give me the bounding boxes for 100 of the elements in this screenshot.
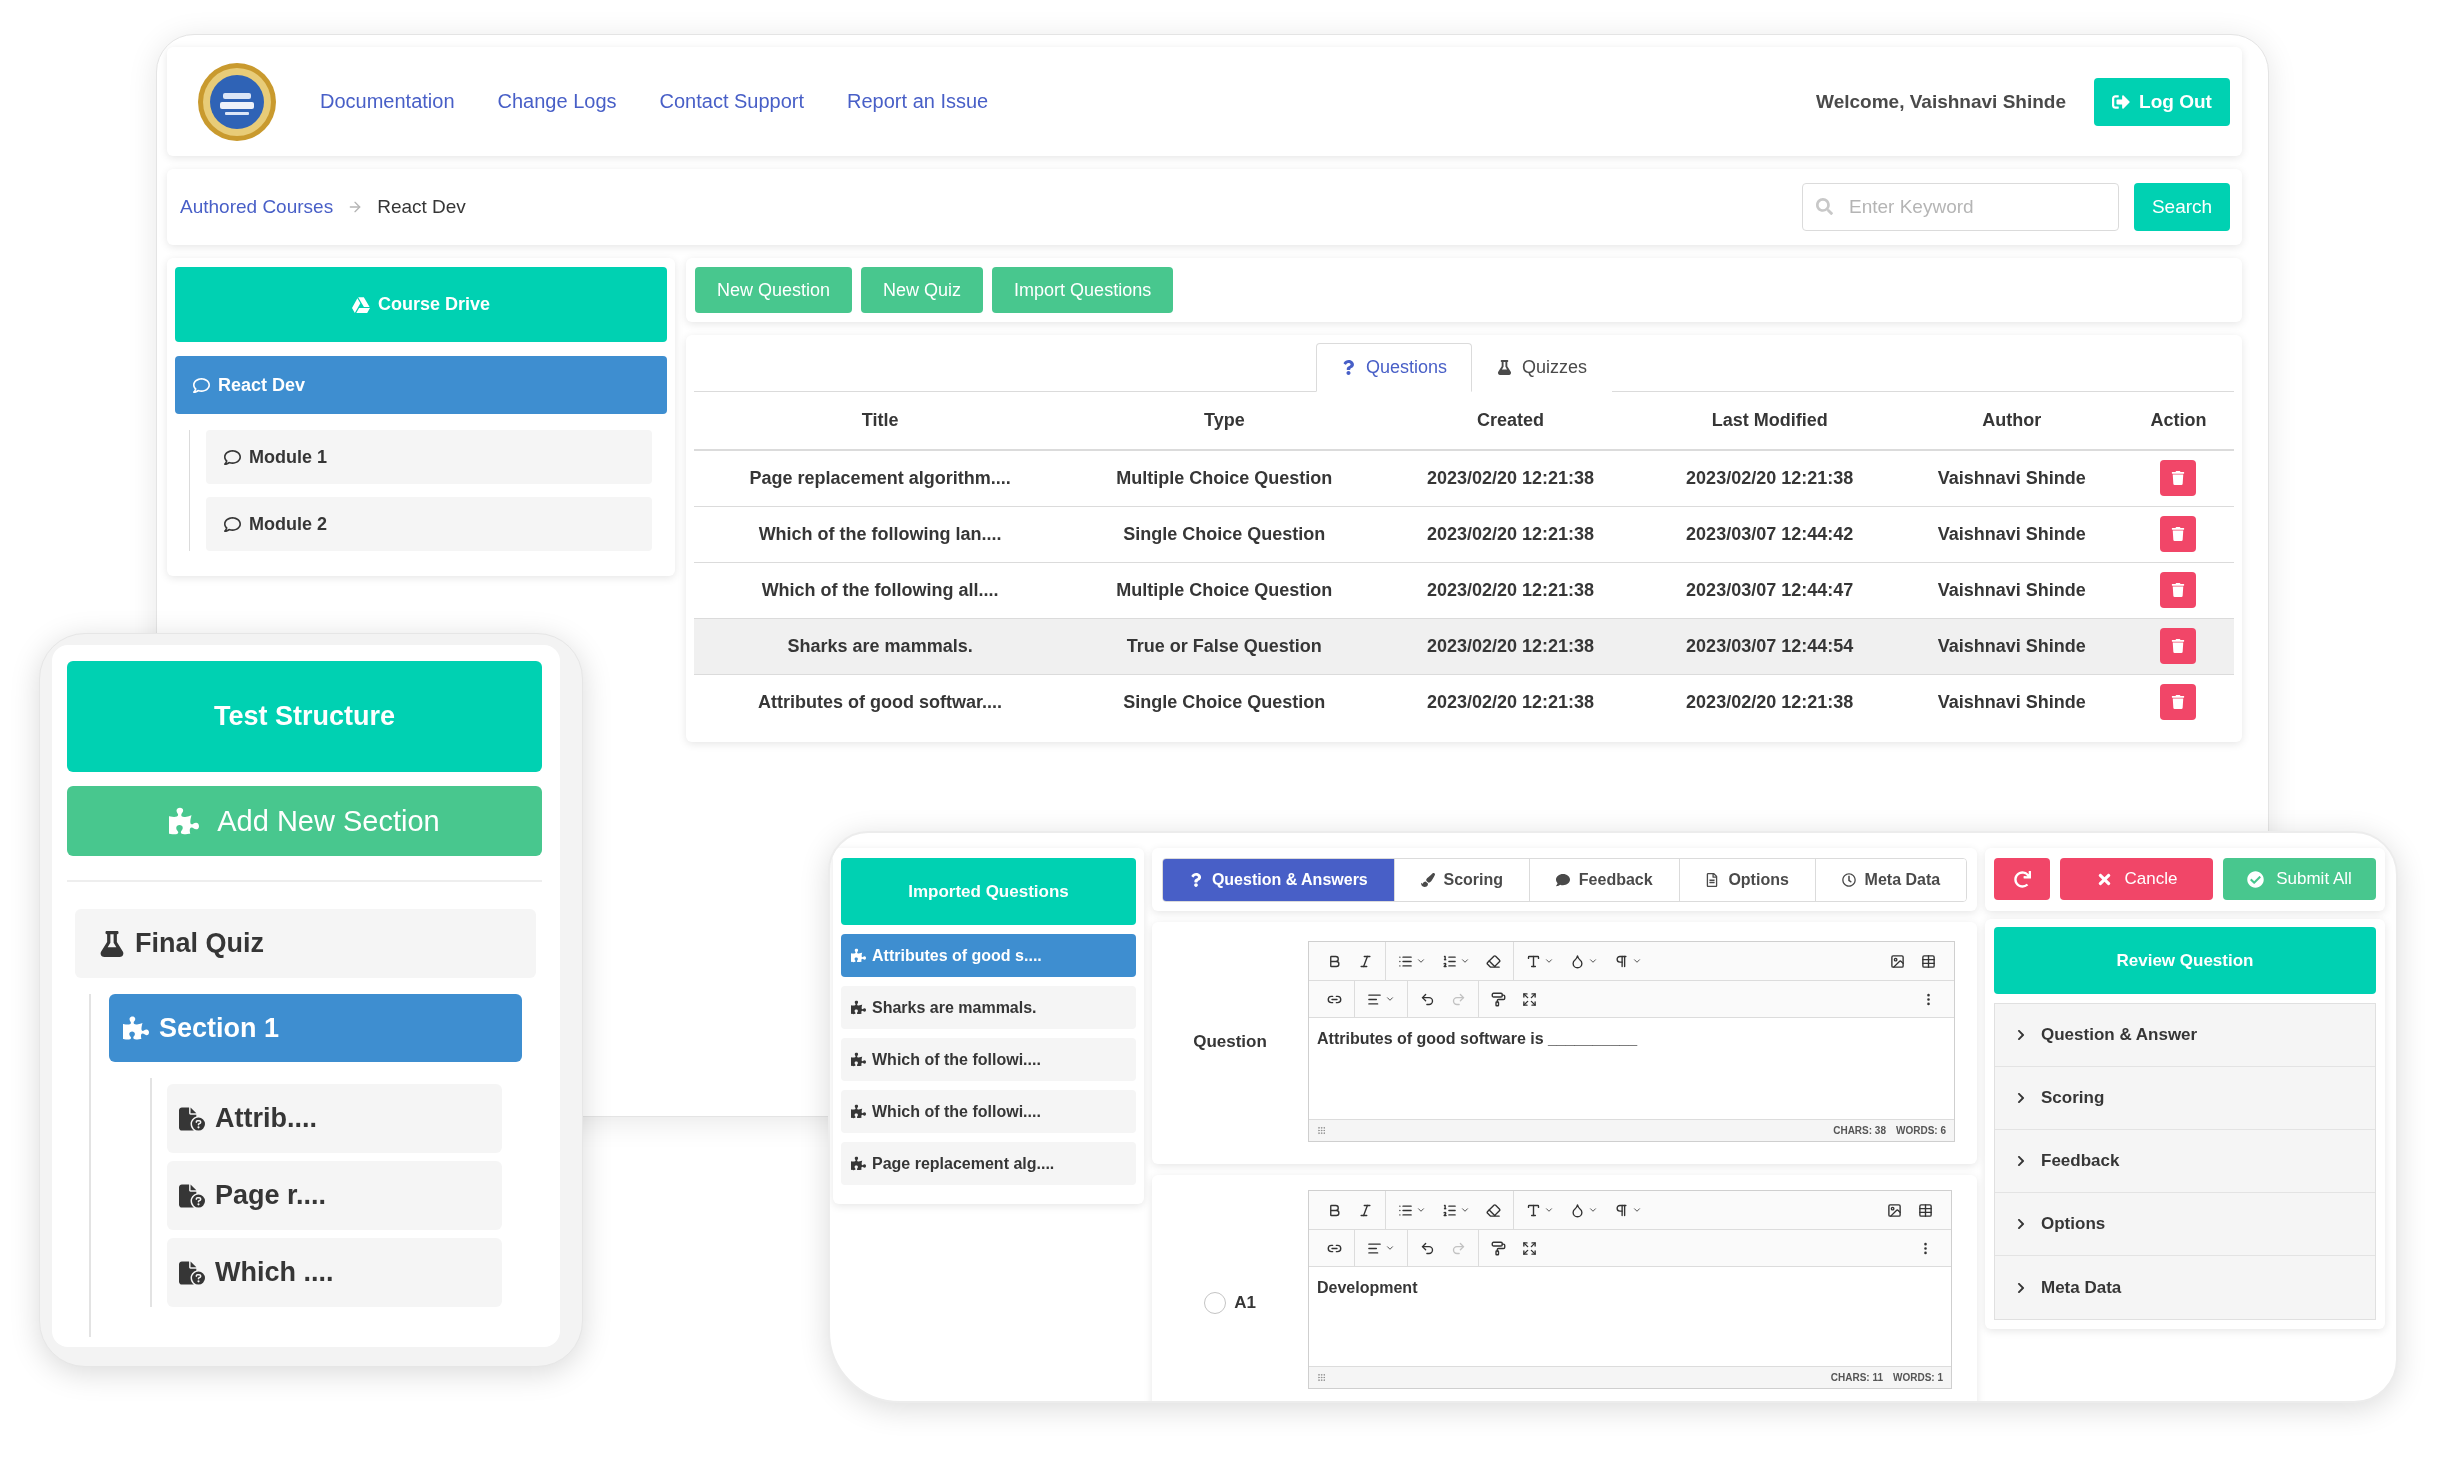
table-icon[interactable] — [1921, 953, 1936, 969]
expand-icon[interactable] — [1522, 991, 1537, 1007]
caret-icon[interactable] — [1544, 1205, 1554, 1215]
table-icon[interactable] — [1918, 1202, 1933, 1218]
bold-icon[interactable] — [1327, 953, 1342, 969]
structure-item[interactable]: Final Quiz — [75, 909, 536, 978]
speech-bubble-icon — [224, 448, 241, 466]
delete-button[interactable] — [2160, 684, 2197, 721]
nav-link[interactable]: Documentation — [320, 90, 455, 113]
structure-item[interactable]: Which .... — [167, 1238, 502, 1307]
question-list-item[interactable]: Which of the followi.... — [841, 1090, 1136, 1133]
structure-item[interactable]: Section 1 — [109, 994, 522, 1062]
table-cell: 2023/03/07 12:44:42 — [1638, 506, 1901, 562]
paragraph-icon[interactable] — [1614, 953, 1629, 969]
table-cell: Which of the following all.... — [694, 562, 1067, 618]
document-icon — [1705, 873, 1720, 887]
caret-icon[interactable] — [1544, 956, 1554, 966]
nav-link[interactable]: Change Logs — [497, 90, 617, 113]
numbered-list-icon[interactable] — [1442, 953, 1457, 969]
caret-icon[interactable] — [1588, 956, 1598, 966]
undo-icon[interactable] — [1420, 991, 1435, 1007]
caret-icon[interactable] — [1588, 1205, 1598, 1215]
paint-roller-icon[interactable] — [1491, 991, 1506, 1007]
italic-icon[interactable] — [1358, 1202, 1373, 1218]
table-cell: Vaishnavi Shinde — [1900, 506, 2123, 562]
radio-button[interactable] — [1204, 1291, 1227, 1314]
accordion-item[interactable]: Options — [1995, 1193, 2375, 1256]
delete-button[interactable] — [2160, 628, 2197, 664]
paint-roller-icon[interactable] — [1491, 1240, 1506, 1256]
question-list-item[interactable]: Page replacement alg.... — [841, 1142, 1136, 1185]
text-editor-field[interactable]: Attributes of good software is __________ — [1309, 1018, 1954, 1119]
accordion-item[interactable]: Meta Data — [1995, 1256, 2375, 1319]
flask-icon — [99, 930, 125, 957]
breadcrumb-current: React Dev — [377, 196, 466, 218]
caret-icon[interactable] — [1632, 1205, 1642, 1215]
caret-icon[interactable] — [1416, 1205, 1426, 1215]
reset-button[interactable] — [1994, 858, 2050, 900]
table-cell: 2023/03/07 12:44:47 — [1638, 562, 1901, 618]
speech-bubble-icon — [1555, 873, 1570, 887]
caret-icon[interactable] — [1632, 956, 1642, 966]
breadcrumb-link[interactable]: Authored Courses — [180, 196, 334, 218]
word-count: WORDS: 1 — [1893, 1372, 1943, 1383]
structure-item[interactable]: Page r.... — [167, 1161, 502, 1230]
trash-icon — [2171, 695, 2186, 710]
eraser-icon[interactable] — [1486, 953, 1501, 969]
caret-icon[interactable] — [1385, 994, 1395, 1004]
text-editor-field[interactable]: Development — [1309, 1267, 1951, 1366]
caret-icon[interactable] — [1385, 1243, 1395, 1253]
table-cell: 2023/02/20 12:21:38 — [1638, 450, 1901, 506]
table-cell: Vaishnavi Shinde — [1900, 618, 2123, 674]
tab[interactable]: Question & Answers — [1163, 859, 1395, 901]
image-icon[interactable] — [1890, 953, 1905, 969]
cancel-button[interactable]: Cancle — [2060, 858, 2213, 900]
accordion-item[interactable]: Question & Answer — [1995, 1004, 2375, 1067]
welcome-text: Welcome, Vaishnavi Shinde — [1816, 90, 2066, 113]
file-question-icon — [179, 1259, 205, 1286]
accordion-item[interactable]: Feedback — [1995, 1130, 2375, 1193]
structure-item[interactable]: Attrib.... — [167, 1084, 502, 1153]
numbered-list-icon[interactable] — [1442, 1202, 1457, 1218]
table-cell: 2023/02/20 12:21:38 — [1382, 450, 1639, 506]
tree-item[interactable]: Module 2 — [206, 497, 652, 551]
bullet-list-icon[interactable] — [1398, 1202, 1413, 1218]
nav-link[interactable]: Contact Support — [659, 90, 805, 113]
text-size-icon[interactable] — [1526, 953, 1541, 969]
bold-icon[interactable] — [1327, 1202, 1342, 1218]
caret-icon[interactable] — [1416, 956, 1426, 966]
grip-icon[interactable] — [1317, 1126, 1326, 1135]
question-list-item[interactable]: Which of the followi.... — [841, 1038, 1136, 1081]
undo-icon[interactable] — [1420, 1240, 1435, 1256]
grip-icon[interactable] — [1317, 1373, 1326, 1382]
clock-icon — [1841, 873, 1856, 887]
tree-item[interactable]: Module 1 — [206, 430, 652, 484]
align-left-icon[interactable] — [1367, 991, 1382, 1007]
caret-icon[interactable] — [1460, 956, 1470, 966]
question-list-item[interactable]: Sharks are mammals. — [841, 986, 1136, 1029]
align-left-icon[interactable] — [1367, 1240, 1382, 1256]
tab[interactable]: Questions — [1315, 343, 1472, 392]
table-cell: Vaishnavi Shinde — [1900, 562, 2123, 618]
accordion-item[interactable]: Scoring — [1995, 1067, 2375, 1130]
image-icon[interactable] — [1887, 1202, 1902, 1218]
droplet-icon[interactable] — [1570, 953, 1585, 969]
delete-button[interactable] — [2160, 572, 2197, 608]
nav-link[interactable]: Report an Issue — [847, 90, 989, 113]
table-cell: 2023/02/20 12:21:38 — [1382, 506, 1639, 562]
bullet-list-icon[interactable] — [1398, 953, 1413, 969]
question-list-item[interactable]: Attributes of good s.... — [841, 934, 1136, 977]
eraser-icon[interactable] — [1486, 1202, 1501, 1218]
table-cell: True or False Question — [1066, 618, 1383, 674]
italic-icon[interactable] — [1358, 953, 1373, 969]
flask-icon — [1497, 360, 1512, 375]
droplet-icon[interactable] — [1570, 1202, 1585, 1218]
caret-icon[interactable] — [1460, 1205, 1470, 1215]
delete-button[interactable] — [2160, 460, 2197, 497]
expand-icon[interactable] — [1522, 1240, 1537, 1256]
paragraph-icon[interactable] — [1614, 1202, 1629, 1218]
tree-item[interactable]: React Dev — [175, 356, 667, 414]
search-field[interactable]: Enter Keyword — [1802, 183, 2119, 231]
delete-button[interactable] — [2160, 516, 2197, 552]
text-size-icon[interactable] — [1526, 1202, 1541, 1218]
word-count: WORDS: 6 — [1896, 1125, 1946, 1136]
